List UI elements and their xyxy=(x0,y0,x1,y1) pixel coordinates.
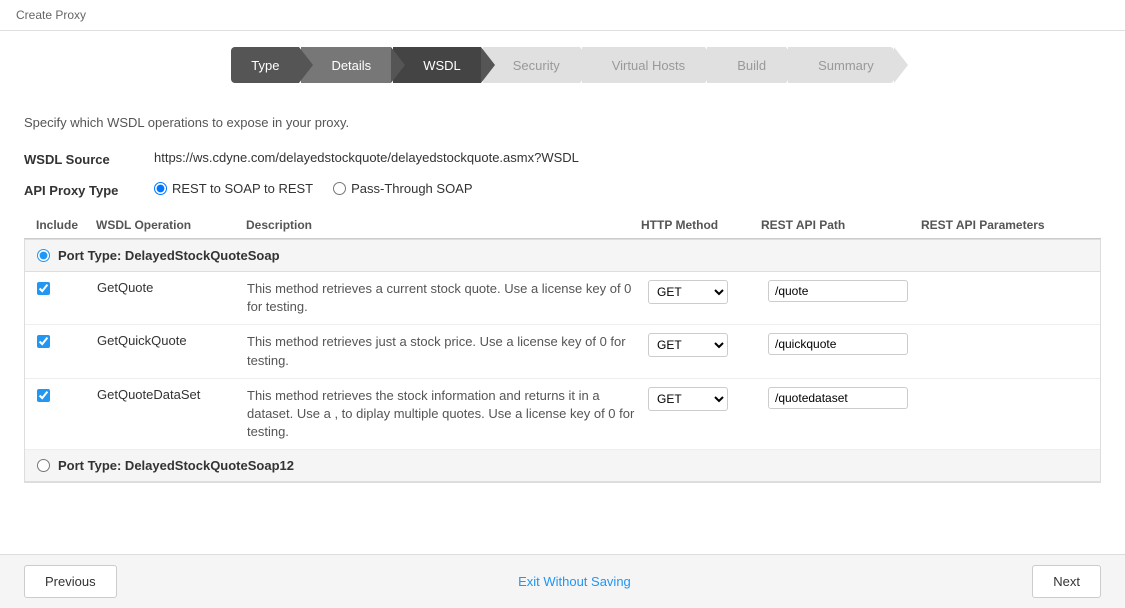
port-group-2-header[interactable]: Port Type: DelayedStockQuoteSoap12 xyxy=(25,450,1100,482)
wsdl-source-value: https://ws.cdyne.com/delayedstockquote/d… xyxy=(154,150,579,165)
table-row: GetQuote This method retrieves a current… xyxy=(25,272,1100,325)
op1-method-select[interactable]: GET POST PUT DELETE xyxy=(648,280,728,304)
port-group-1-radio[interactable] xyxy=(37,249,50,262)
port-group-2-radio[interactable] xyxy=(37,459,50,472)
op2-include-cell[interactable] xyxy=(37,333,97,348)
radio-rest-input[interactable] xyxy=(154,182,167,195)
op1-path-input[interactable] xyxy=(768,280,908,302)
op2-path-cell[interactable] xyxy=(768,333,928,355)
col-method: HTTP Method xyxy=(641,218,761,232)
step-wsdl[interactable]: WSDL xyxy=(393,47,481,83)
table-row: GetQuickQuote This method retrieves just… xyxy=(25,325,1100,378)
op3-method-select[interactable]: GET POST PUT DELETE xyxy=(648,387,728,411)
step-summary[interactable]: Summary xyxy=(788,47,894,83)
port-group-1-label: Port Type: DelayedStockQuoteSoap xyxy=(58,248,280,263)
col-params: REST API Parameters xyxy=(921,218,1081,232)
op2-checkbox[interactable] xyxy=(37,335,50,348)
operations-table-body: Port Type: DelayedStockQuoteSoap GetQuot… xyxy=(24,239,1101,483)
exit-button[interactable]: Exit Without Saving xyxy=(518,574,631,589)
op1-path-cell[interactable] xyxy=(768,280,928,302)
op2-path-input[interactable] xyxy=(768,333,908,355)
op3-checkbox[interactable] xyxy=(37,389,50,402)
step-security[interactable]: Security xyxy=(483,47,580,83)
footer: Previous Exit Without Saving Next xyxy=(0,554,1125,608)
radio-passthrough-option[interactable]: Pass-Through SOAP xyxy=(333,181,472,196)
app-title: Create Proxy xyxy=(16,8,86,22)
radio-passthrough-label: Pass-Through SOAP xyxy=(351,181,472,196)
proxy-type-radio-group: REST to SOAP to REST Pass-Through SOAP xyxy=(154,181,473,196)
page-description: Specify which WSDL operations to expose … xyxy=(24,115,1101,130)
op3-path-input[interactable] xyxy=(768,387,908,409)
table-header: Include WSDL Operation Description HTTP … xyxy=(24,212,1101,239)
op1-method-cell[interactable]: GET POST PUT DELETE xyxy=(648,280,768,304)
col-description: Description xyxy=(246,218,641,232)
table-row: GetQuoteDataSet This method retrieves th… xyxy=(25,379,1100,451)
col-path: REST API Path xyxy=(761,218,921,232)
op2-name: GetQuickQuote xyxy=(97,333,247,348)
op1-name: GetQuote xyxy=(97,280,247,295)
col-include: Include xyxy=(36,218,96,232)
op2-description: This method retrieves just a stock price… xyxy=(247,333,648,369)
step-details[interactable]: Details xyxy=(301,47,391,83)
op3-include-cell[interactable] xyxy=(37,387,97,402)
api-proxy-type-row: API Proxy Type REST to SOAP to REST Pass… xyxy=(24,181,1101,198)
op2-method-select[interactable]: GET POST PUT DELETE xyxy=(648,333,728,357)
radio-rest-option[interactable]: REST to SOAP to REST xyxy=(154,181,313,196)
main-content: Specify which WSDL operations to expose … xyxy=(0,99,1125,499)
op1-include-cell[interactable] xyxy=(37,280,97,295)
wsdl-source-row: WSDL Source https://ws.cdyne.com/delayed… xyxy=(24,150,1101,167)
op1-checkbox[interactable] xyxy=(37,282,50,295)
previous-button[interactable]: Previous xyxy=(24,565,117,598)
op3-name: GetQuoteDataSet xyxy=(97,387,247,402)
op3-path-cell[interactable] xyxy=(768,387,928,409)
step-type[interactable]: Type xyxy=(231,47,299,83)
op1-description: This method retrieves a current stock qu… xyxy=(247,280,648,316)
radio-passthrough-input[interactable] xyxy=(333,182,346,195)
op3-method-cell[interactable]: GET POST PUT DELETE xyxy=(648,387,768,411)
next-button[interactable]: Next xyxy=(1032,565,1101,598)
col-operation: WSDL Operation xyxy=(96,218,246,232)
op2-method-cell[interactable]: GET POST PUT DELETE xyxy=(648,333,768,357)
wizard-steps: Type Details WSDL Security Virtual Hosts… xyxy=(0,31,1125,99)
wsdl-source-label: WSDL Source xyxy=(24,150,154,167)
api-proxy-type-label: API Proxy Type xyxy=(24,181,154,198)
port-group-1-header[interactable]: Port Type: DelayedStockQuoteSoap xyxy=(25,240,1100,272)
op3-description: This method retrieves the stock informat… xyxy=(247,387,648,442)
step-virtual-hosts[interactable]: Virtual Hosts xyxy=(582,47,705,83)
port-group-2-label: Port Type: DelayedStockQuoteSoap12 xyxy=(58,458,294,473)
app-header: Create Proxy xyxy=(0,0,1125,31)
radio-rest-label: REST to SOAP to REST xyxy=(172,181,313,196)
